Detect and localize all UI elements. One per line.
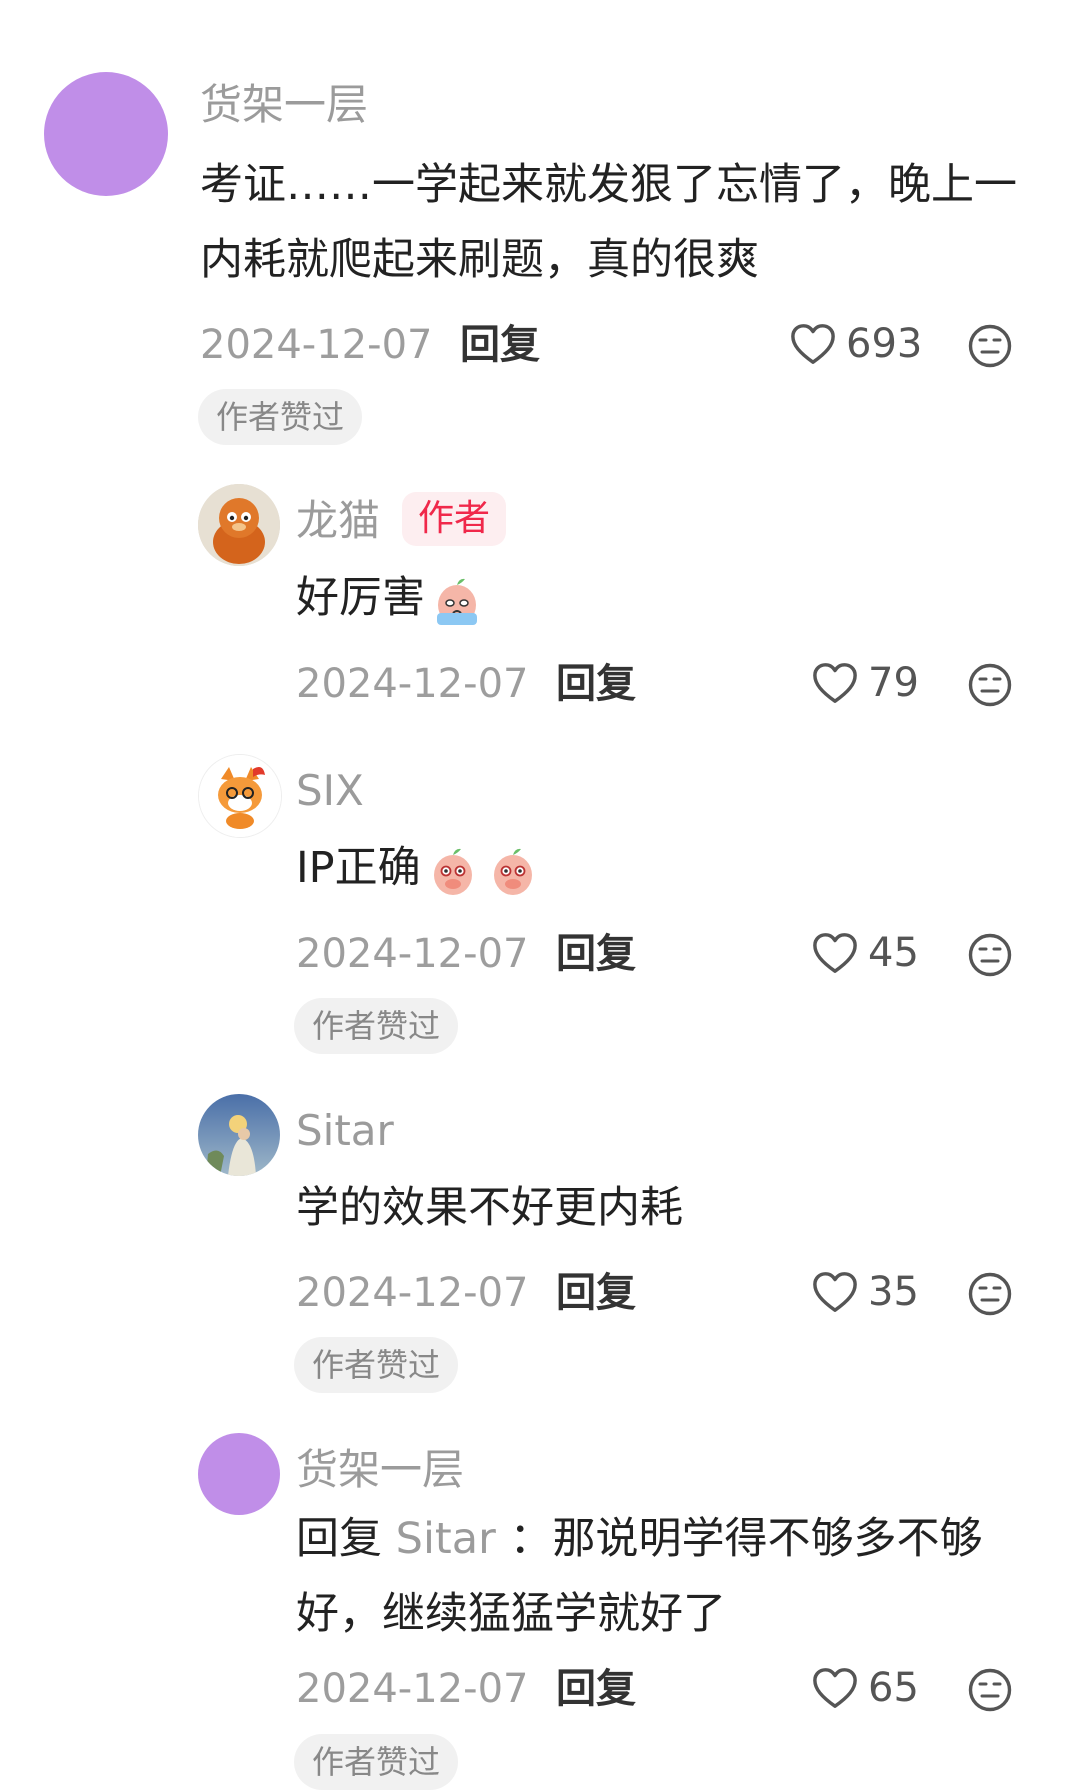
like-button[interactable]: 45 xyxy=(812,931,919,975)
comment-text: 好厉害 xyxy=(296,561,1056,636)
crying-peach-emoji xyxy=(429,573,485,629)
author-liked-badge: 作者赞过 xyxy=(198,389,363,445)
reply-button[interactable]: 回复 xyxy=(556,664,636,704)
dislike-face-icon[interactable] xyxy=(968,324,1012,368)
avatar[interactable] xyxy=(198,1433,280,1515)
username[interactable]: SIX xyxy=(296,770,364,812)
heart-icon xyxy=(812,931,858,975)
reply-to-username[interactable]: Sitar xyxy=(396,1514,496,1564)
username[interactable]: 龙猫 xyxy=(296,500,380,542)
reply-button[interactable]: 回复 xyxy=(556,1273,636,1313)
comment-date: 2024-12-07 xyxy=(296,1270,529,1316)
like-count: 35 xyxy=(868,1269,919,1315)
like-button[interactable]: 693 xyxy=(790,322,922,366)
dislike-face-icon[interactable] xyxy=(968,1668,1012,1712)
heart-icon xyxy=(812,661,858,705)
painting-avatar-icon xyxy=(198,1094,280,1176)
username[interactable]: 货架一层 xyxy=(296,1449,464,1491)
avatar[interactable] xyxy=(198,1094,280,1176)
username[interactable]: 货架一层 xyxy=(200,84,368,126)
covering-mouth-peach-emoji xyxy=(485,843,541,899)
dislike-face-icon[interactable] xyxy=(968,663,1012,707)
covering-mouth-peach-emoji xyxy=(425,843,481,899)
comment-text: IP正确 xyxy=(296,831,1056,906)
reply-colon: ： xyxy=(509,1514,553,1564)
comment-date: 2024-12-07 xyxy=(296,931,529,977)
comment-date: 2024-12-07 xyxy=(200,322,433,368)
dislike-face-icon[interactable] xyxy=(968,1272,1012,1316)
reply-button[interactable]: 回复 xyxy=(556,934,636,974)
like-count: 79 xyxy=(868,660,919,706)
avatar[interactable] xyxy=(198,754,282,838)
comment-text: 学的效果不好更内耗 xyxy=(296,1183,683,1233)
comment-body: 好厉害 xyxy=(296,573,425,623)
plush-toy-icon xyxy=(198,484,280,566)
reply-button[interactable]: 回复 xyxy=(460,325,540,365)
like-count: 693 xyxy=(846,321,923,367)
comment-body: IP正确 xyxy=(296,843,421,893)
dislike-face-icon[interactable] xyxy=(968,933,1012,977)
heart-icon xyxy=(790,322,836,366)
author-liked-badge: 作者赞过 xyxy=(294,998,459,1054)
like-button[interactable]: 79 xyxy=(812,661,919,705)
comment-date: 2024-12-07 xyxy=(296,661,529,707)
reply-prefix: 回复 xyxy=(296,1514,382,1564)
heart-icon xyxy=(812,1270,858,1314)
avatar[interactable] xyxy=(198,484,280,566)
like-count: 45 xyxy=(868,930,919,976)
comment-text: 回复 Sitar ：那说明学得不够多不够好，继续猛猛学就好了 xyxy=(296,1502,1036,1652)
like-count: 65 xyxy=(868,1665,919,1711)
avatar[interactable] xyxy=(44,72,168,196)
author-liked-badge: 作者赞过 xyxy=(294,1337,459,1393)
comment-text: 考证……一学起来就发狠了忘情了，晚上一内耗就爬起来刷题，真的很爽 xyxy=(200,160,1017,285)
reply-button[interactable]: 回复 xyxy=(556,1669,636,1709)
like-button[interactable]: 65 xyxy=(812,1666,919,1710)
like-button[interactable]: 35 xyxy=(812,1270,919,1314)
username[interactable]: Sitar xyxy=(296,1110,394,1152)
heart-icon xyxy=(812,1666,858,1710)
author-tag: 作者 xyxy=(402,492,507,546)
comment-date: 2024-12-07 xyxy=(296,1666,529,1712)
fox-avatar-icon xyxy=(199,755,281,837)
author-liked-badge: 作者赞过 xyxy=(294,1734,459,1790)
